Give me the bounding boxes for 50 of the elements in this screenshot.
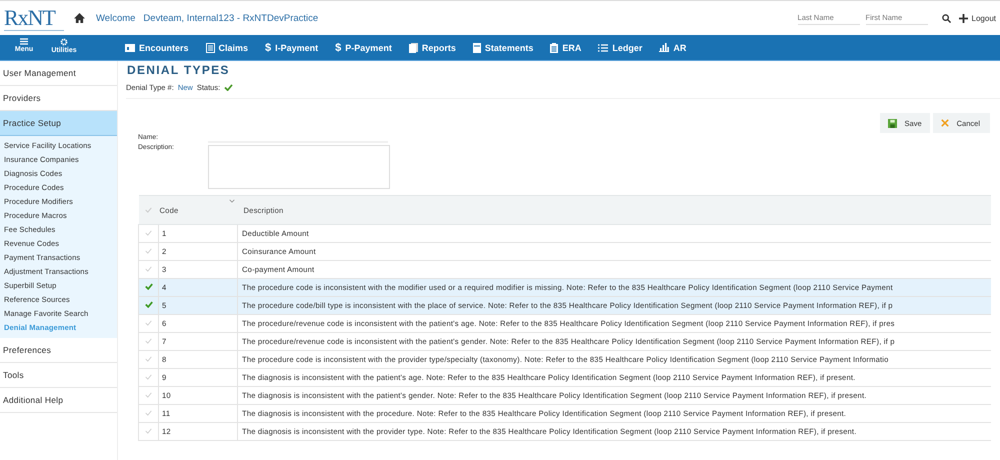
welcome-text: Welcome <box>96 12 136 24</box>
row-checkbox[interactable] <box>145 230 152 236</box>
list-icon[interactable] <box>206 42 215 52</box>
caret-icon[interactable] <box>228 199 234 203</box>
nav-tab[interactable]: Ledger <box>595 42 642 52</box>
save-icon <box>888 118 897 128</box>
bar-chart-icon[interactable] <box>659 43 670 52</box>
nav-tab[interactable]: Encounters <box>122 42 189 52</box>
row-checkbox[interactable] <box>145 248 152 254</box>
document-icon[interactable] <box>472 42 481 52</box>
user-practice-text: Devteam, Internal123 - RxNTDevPractice <box>143 12 318 24</box>
row-checkbox[interactable] <box>145 410 152 416</box>
row-checkbox[interactable] <box>145 356 152 362</box>
gear-icon[interactable] <box>60 38 68 46</box>
nav-tab[interactable]: Reports <box>406 42 456 52</box>
row-checkbox[interactable] <box>145 374 152 380</box>
row-checkbox[interactable] <box>144 283 152 290</box>
dollar-icon[interactable]: $ <box>265 42 272 54</box>
menu-icon[interactable] <box>20 38 28 45</box>
search-icon[interactable] <box>942 14 951 22</box>
nav-tab[interactable]: Claims <box>202 42 248 52</box>
pages-icon[interactable] <box>408 42 418 52</box>
nav-tab[interactable]: $ P-Payment <box>332 42 392 54</box>
calendar-icon[interactable] <box>125 43 135 52</box>
clipboard-icon[interactable] <box>550 42 558 52</box>
row-checkbox[interactable] <box>145 266 152 272</box>
row-checkbox[interactable] <box>145 392 152 398</box>
logout-link[interactable]: Logout <box>972 14 996 22</box>
home-icon[interactable] <box>74 13 85 23</box>
sidebar-item[interactable]: Additional Help <box>0 388 117 413</box>
sidebar-item[interactable]: Tools <box>0 363 117 388</box>
sidebar-item[interactable]: User Management <box>0 61 117 86</box>
close-icon <box>940 119 949 127</box>
select-all-checkbox[interactable] <box>145 206 152 212</box>
nav-tab[interactable]: ERA <box>547 42 582 52</box>
nav-tab[interactable]: Statements <box>470 42 534 52</box>
description-field[interactable] <box>208 145 390 189</box>
row-checkbox[interactable] <box>144 301 152 308</box>
nav-tab[interactable]: AR <box>656 42 686 52</box>
list-icon[interactable] <box>598 44 608 52</box>
page-title: DENIAL TYPES <box>126 62 231 79</box>
sidebar-item[interactable]: Preferences <box>0 338 117 363</box>
nav-tab[interactable]: $ I-Payment <box>262 42 318 54</box>
logo[interactable]: RxNT <box>4 6 64 30</box>
plus-icon[interactable] <box>958 14 968 22</box>
row-checkbox[interactable] <box>145 338 152 344</box>
sidebar-item[interactable]: Practice Setup <box>0 111 117 136</box>
row-checkbox[interactable] <box>145 428 152 434</box>
row-checkbox[interactable] <box>145 320 152 326</box>
dollar-icon[interactable]: $ <box>335 42 342 54</box>
